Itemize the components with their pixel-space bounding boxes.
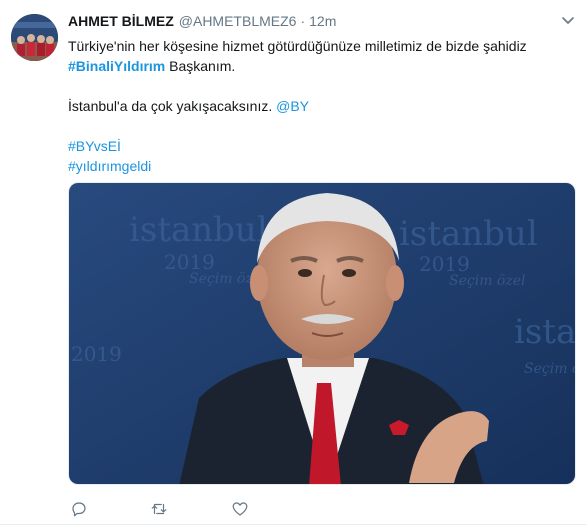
tweet-text: Türkiye'nin her köşesine hizmet götürdüğ… — [68, 36, 578, 176]
tweet-text-suffix: Başkanım. — [165, 58, 236, 74]
backdrop-tagline-text: Seçim özel — [449, 273, 526, 289]
backdrop-city-text: istanbul — [129, 210, 268, 250]
author-handle[interactable]: @AHMETBLMEZ6 — [179, 13, 297, 29]
tweet-timestamp[interactable]: 12m — [309, 13, 336, 29]
tweet-text-line: Türkiye'nin her köşesine hizmet götürdüğ… — [68, 36, 578, 56]
tweet-text-line: #BinaliYıldırım Başkanım. — [68, 56, 578, 76]
separator-dot: · — [300, 13, 306, 29]
tweet-text-line: İstanbul'a da çok yakışacaksınız. @BY — [68, 96, 578, 116]
tweet[interactable]: AHMET BİLMEZ @AHMETBLMEZ6 · 12m Türkiye'… — [0, 0, 586, 525]
tweet-text-line: #BYvsEİ — [68, 136, 578, 156]
author-name[interactable]: AHMET BİLMEZ — [68, 13, 174, 29]
avatar[interactable] — [11, 14, 58, 61]
tweet-text-line1: Türkiye'nin her köşesine hizmet götürdüğ… — [68, 38, 527, 54]
tweet-media-photo[interactable]: istanbul istanbul istanbul 2019 2019 201… — [68, 182, 576, 485]
tweet-text-line: #yıldırımgeldi — [68, 156, 578, 176]
chevron-down-icon[interactable] — [560, 12, 576, 28]
hashtag-link[interactable]: #BYvsEİ — [68, 138, 121, 154]
backdrop-city-text: istanbul — [399, 214, 538, 254]
heart-icon[interactable] — [229, 498, 251, 520]
hashtag-link[interactable]: #yıldırımgeldi — [68, 158, 151, 174]
backdrop-year-text: 2019 — [71, 342, 122, 366]
tweet-text-istanbul: İstanbul'a da çok yakışacaksınız. — [68, 98, 277, 114]
hashtag-link[interactable]: #BinaliYıldırım — [68, 58, 165, 74]
retweet-icon[interactable] — [148, 498, 170, 520]
tweet-header: AHMET BİLMEZ @AHMETBLMEZ6 · 12m — [68, 13, 336, 31]
backdrop-city-text: istanbul — [514, 312, 576, 352]
reply-icon[interactable] — [68, 498, 90, 520]
backdrop-tagline-text: Seçim özel — [524, 361, 576, 377]
mention-link[interactable]: @BY — [276, 98, 309, 114]
